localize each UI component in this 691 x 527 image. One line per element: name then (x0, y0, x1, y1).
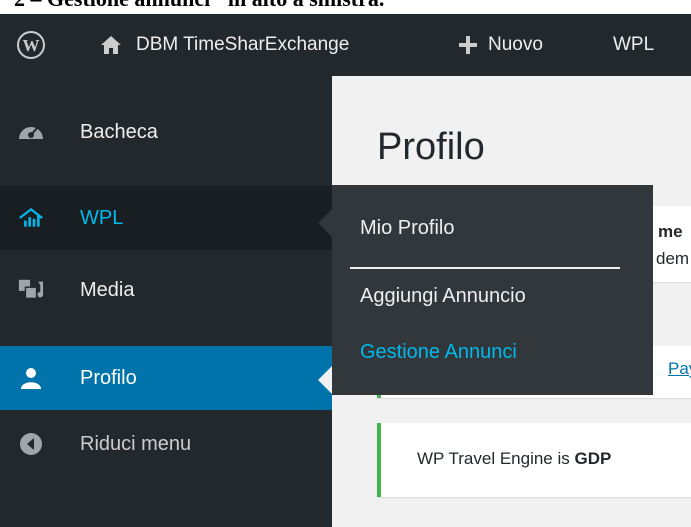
sidebar-label-bacheca: Bacheca (80, 120, 158, 143)
caption-text: 2 – Gestione annunci" in alto a sinistra… (14, 0, 384, 12)
notice-travel-bold: GDP (574, 449, 612, 468)
wpl-menu-arrow (318, 209, 332, 237)
sidebar-label-profilo: Profilo (80, 366, 137, 389)
site-name-link[interactable]: DBM TimeSharExchange (100, 14, 349, 76)
new-label: Nuovo (488, 34, 543, 55)
admin-sidebar: Bacheca WPL Media Profilo Riduci menu (0, 76, 332, 527)
admin-bar: W DBM TimeSharExchange Nuovo WPL (0, 14, 691, 76)
submenu-aggiungi-annuncio[interactable]: Aggiungi Annuncio (360, 285, 526, 308)
submenu-gestione-annunci[interactable]: Gestione Annunci (360, 341, 517, 364)
page-title: Profilo (377, 126, 485, 168)
sidebar-item-wpl[interactable]: WPL (0, 186, 332, 250)
notice-text-partial: dem (656, 249, 690, 268)
site-name: DBM TimeSharExchange (136, 34, 350, 55)
sidebar-label-wpl: WPL (80, 206, 124, 229)
notice-link[interactable]: Pay (668, 359, 691, 379)
svg-text:W: W (23, 36, 40, 55)
sidebar-item-bacheca[interactable]: Bacheca (0, 100, 332, 164)
caption-strip: 2 – Gestione annunci" in alto a sinistra… (0, 0, 691, 14)
notice-travel-prefix: WP Travel Engine is (417, 449, 575, 468)
wordpress-icon: W (17, 31, 45, 59)
new-content-button[interactable]: Nuovo (458, 14, 543, 76)
sidebar-item-media[interactable]: Media (0, 258, 332, 322)
notice-title-partial: me (658, 222, 683, 241)
wordpress-logo-icon[interactable]: W (16, 14, 46, 76)
sidebar-label-media: Media (80, 278, 135, 301)
plus-icon (459, 36, 477, 54)
user-icon (18, 365, 44, 391)
wpl-house-icon (18, 205, 44, 231)
wpl-admin-link[interactable]: WPL (613, 14, 654, 76)
notice-travel-text: WP Travel Engine is GDP (417, 449, 611, 469)
home-icon (101, 36, 121, 54)
media-icon (18, 277, 44, 303)
dashboard-icon (18, 119, 44, 145)
sidebar-item-profilo[interactable]: Profilo (0, 346, 332, 410)
wpl-submenu-flyout: Mio Profilo Aggiungi Annuncio Gestione A… (332, 185, 653, 395)
wpl-admin-label: WPL (613, 34, 655, 55)
current-menu-arrow (318, 366, 332, 394)
sidebar-item-collapse[interactable]: Riduci menu (0, 412, 332, 476)
submenu-mio-profilo[interactable]: Mio Profilo (360, 217, 454, 240)
collapse-icon (18, 431, 44, 457)
notice-travel-engine: WP Travel Engine is GDP (377, 423, 691, 497)
sidebar-label-collapse: Riduci menu (80, 432, 192, 455)
submenu-divider (350, 267, 620, 269)
